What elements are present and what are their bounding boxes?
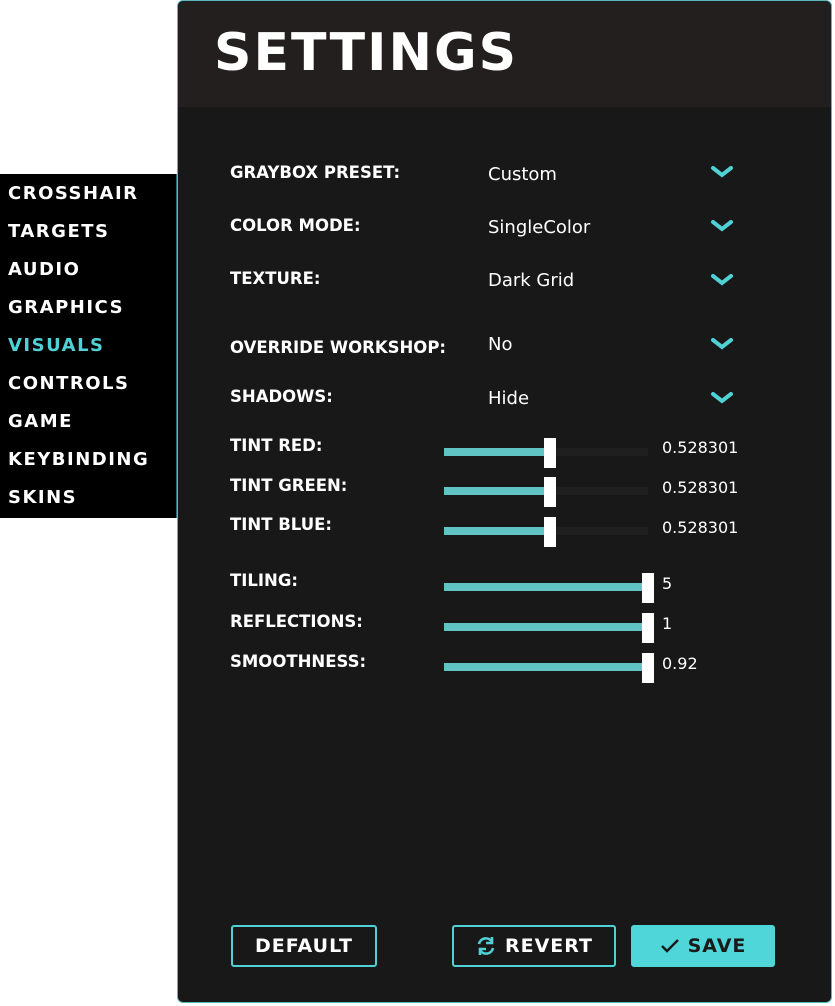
- reflections-slider[interactable]: [444, 613, 654, 643]
- slider-fill: [444, 527, 551, 535]
- dropdown-value: Hide: [488, 388, 530, 409]
- save-button-label: SAVE: [687, 935, 747, 957]
- dropdown-label: OVERRIDE WORKSHOP:: [230, 338, 447, 357]
- slider-value: 0.528301: [662, 478, 739, 497]
- slider-label: REFLECTIONS:: [230, 612, 363, 631]
- refresh-icon: [477, 937, 495, 955]
- chevron-down-icon[interactable]: [710, 219, 734, 239]
- default-button[interactable]: DEFAULT: [231, 925, 377, 967]
- slider-thumb[interactable]: [642, 613, 654, 643]
- sidebar-item-keybinding[interactable]: KEYBINDING: [8, 445, 149, 475]
- dropdown-value: Dark Grid: [488, 270, 575, 291]
- slider-label: TINT RED:: [230, 436, 323, 455]
- dropdown-label: GRAYBOX PRESET:: [230, 163, 401, 182]
- dropdown-label: TEXTURE:: [230, 269, 321, 288]
- sidebar-item-graphics[interactable]: GRAPHICS: [8, 293, 124, 323]
- dropdown-value: No: [488, 334, 513, 355]
- dropdown-value: SingleColor: [488, 217, 591, 238]
- slider-fill: [444, 623, 648, 631]
- revert-button-label: REVERT: [504, 935, 594, 957]
- sidebar-item-game[interactable]: GAME: [8, 407, 73, 437]
- slider-fill: [444, 448, 551, 456]
- settings-panel: SETTINGS GRAYBOX PRESET: Custom COLOR MO…: [177, 0, 832, 1003]
- slider-label: SMOOTHNESS:: [230, 652, 367, 671]
- slider-label: TINT GREEN:: [230, 476, 348, 495]
- slider-thumb[interactable]: [642, 653, 654, 683]
- sidebar-item-controls[interactable]: CONTROLS: [8, 369, 129, 399]
- slider-label: TINT BLUE:: [230, 515, 332, 534]
- slider-label: TILING:: [230, 571, 298, 590]
- dropdown-label: SHADOWS:: [230, 387, 333, 406]
- override-workshop-select[interactable]: [478, 330, 748, 362]
- slider-value: 0.92: [662, 654, 698, 673]
- sidebar-item-skins[interactable]: SKINS: [8, 483, 77, 513]
- slider-thumb[interactable]: [544, 477, 557, 507]
- tint-red-slider[interactable]: [444, 438, 648, 468]
- tint-blue-slider[interactable]: [444, 517, 648, 547]
- default-button-label: DEFAULT: [254, 935, 354, 957]
- slider-thumb[interactable]: [544, 517, 557, 547]
- chevron-down-icon[interactable]: [710, 391, 734, 411]
- slider-fill: [444, 663, 648, 671]
- slider-thumb[interactable]: [642, 573, 654, 603]
- dropdown-value: Custom: [488, 164, 557, 185]
- sidebar-item-audio[interactable]: AUDIO: [8, 255, 80, 285]
- panel-header: SETTINGS: [178, 1, 831, 107]
- check-icon: [660, 939, 679, 953]
- page-title: SETTINGS: [214, 23, 519, 83]
- chevron-down-icon[interactable]: [710, 273, 734, 293]
- dropdown-label: COLOR MODE:: [230, 216, 361, 235]
- sidebar-nav: CROSSHAIR TARGETS AUDIO GRAPHICS VISUALS…: [0, 174, 177, 518]
- tint-green-slider[interactable]: [444, 477, 648, 507]
- sidebar-item-visuals[interactable]: VISUALS: [8, 331, 105, 361]
- chevron-down-icon[interactable]: [710, 165, 734, 185]
- slider-value: 0.528301: [662, 518, 739, 537]
- slider-fill: [444, 583, 648, 591]
- slider-value: 1: [662, 614, 673, 633]
- slider-value: 0.528301: [662, 438, 739, 457]
- smoothness-slider[interactable]: [444, 653, 654, 683]
- save-button[interactable]: SAVE: [631, 925, 775, 967]
- revert-button[interactable]: REVERT: [452, 925, 616, 967]
- slider-thumb[interactable]: [544, 438, 557, 468]
- tiling-slider[interactable]: [444, 573, 654, 603]
- sidebar-item-crosshair[interactable]: CROSSHAIR: [8, 179, 139, 209]
- slider-fill: [444, 487, 551, 495]
- sidebar-item-targets[interactable]: TARGETS: [8, 217, 109, 247]
- chevron-down-icon[interactable]: [710, 337, 734, 357]
- slider-value: 5: [662, 574, 673, 593]
